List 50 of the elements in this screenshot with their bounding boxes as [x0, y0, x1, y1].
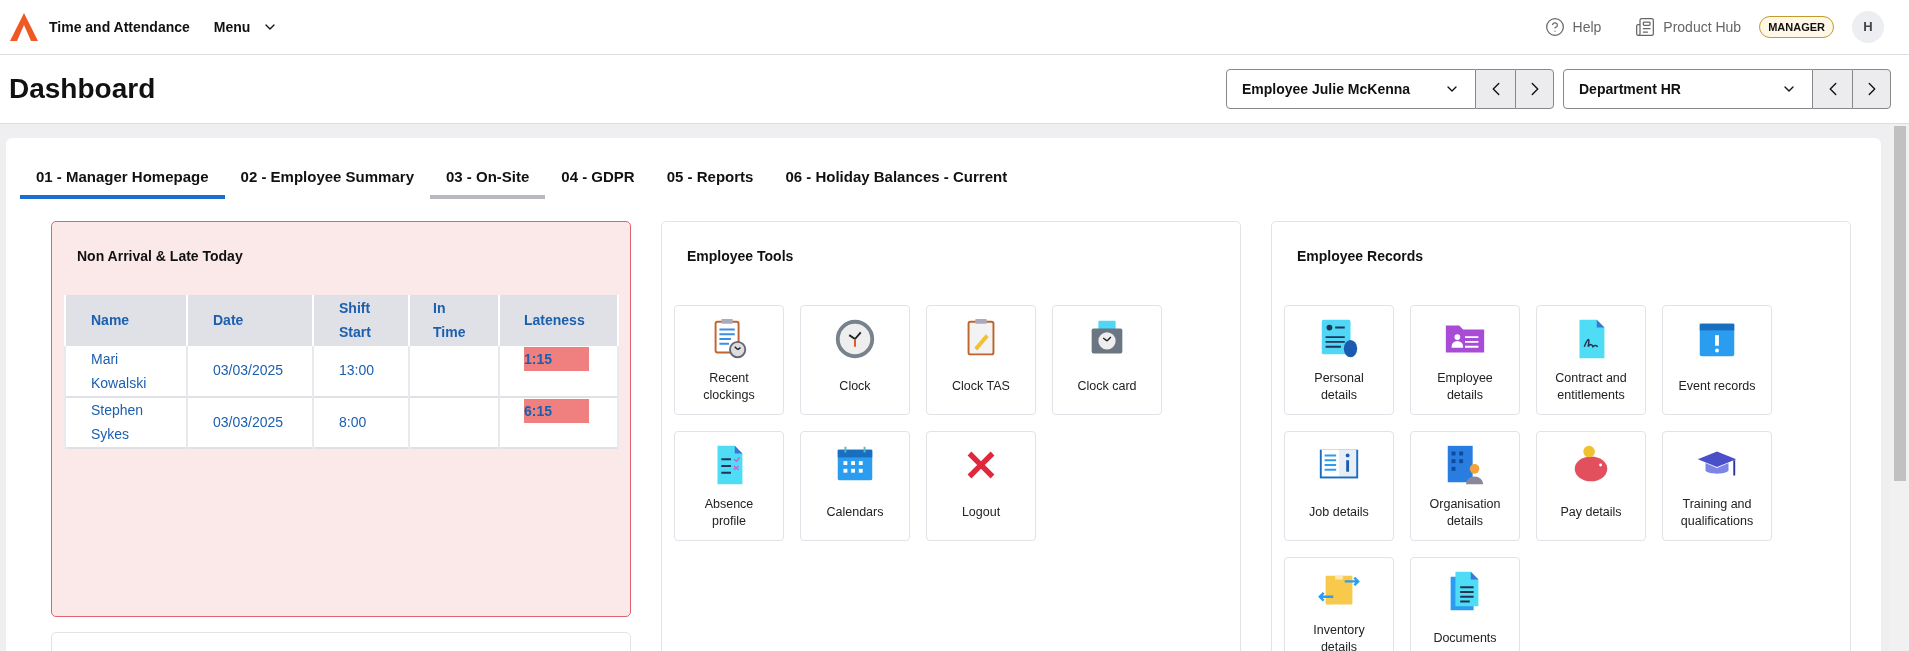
shortcut-tile[interactable]: Clock card: [1052, 304, 1162, 415]
shortcut-tile[interactable]: Clock TAS: [926, 304, 1036, 415]
dashboard-tab[interactable]: 04 - GDPR: [545, 166, 651, 199]
previous-employee-button[interactable]: [1476, 69, 1515, 109]
shortcut-tile[interactable]: Job details: [1284, 430, 1394, 541]
lateness-value: 6:15: [524, 398, 589, 423]
shortcut-tile[interactable]: Personal details: [1284, 304, 1394, 415]
employee-select[interactable]: Employee Julie McKenna: [1226, 69, 1476, 109]
card-title: Employee Tools: [687, 246, 795, 266]
shortcut-tile[interactable]: Organisation details: [1410, 430, 1520, 541]
card-title: Non Arrival & Late Today: [77, 246, 244, 266]
shortcut-tile[interactable]: Inventory details: [1284, 556, 1394, 651]
page-title: Dashboard: [9, 72, 156, 106]
dashboard-tab[interactable]: 06 - Holiday Balances - Current: [769, 166, 1024, 199]
shortcut-tile[interactable]: Recent clockings: [674, 304, 784, 415]
dashboard-tab[interactable]: 05 - Reports: [650, 166, 770, 199]
shortcut-tile[interactable]: Calendars: [800, 430, 910, 541]
shortcut-tile[interactable]: Contract and entitlements: [1536, 304, 1646, 415]
dashboard-tab[interactable]: 02 - Employee Summary: [224, 166, 430, 199]
next-employee-button[interactable]: [1515, 69, 1554, 109]
department-select[interactable]: Department HR: [1563, 69, 1813, 109]
logo-icon: [9, 12, 39, 42]
shortcut-tile[interactable]: Absence profile: [674, 430, 784, 541]
help-icon: [1544, 17, 1565, 37]
card-title: Employee Records: [1297, 246, 1425, 266]
shortcut-tile[interactable]: Logout: [926, 430, 1036, 541]
shift-start-cell: 13:00: [313, 345, 409, 397]
product-hub-link[interactable]: Product Hub: [1635, 16, 1742, 38]
shortcut-tile[interactable]: Documents: [1410, 556, 1520, 651]
shortcut-tile[interactable]: Pay details: [1536, 430, 1646, 541]
name-cell: Mari Kowalski: [65, 345, 187, 397]
shortcut-tile[interactable]: Employee details: [1410, 304, 1520, 415]
menu-button[interactable]: Menu: [213, 16, 279, 38]
lateness-value: 1:15: [524, 346, 589, 371]
help-link[interactable]: Help: [1544, 16, 1602, 38]
shortcut-tile[interactable]: Clock: [800, 304, 910, 415]
name-cell: Stephen Sykes: [65, 396, 187, 448]
dashboard-tab[interactable]: 01 - Manager Homepage: [20, 166, 225, 199]
app-title: Time and Attendance: [49, 17, 190, 37]
user-avatar[interactable]: H: [1852, 11, 1884, 43]
newspaper-icon: [1635, 17, 1656, 37]
next-department-button[interactable]: [1852, 69, 1891, 109]
date-cell: 03/03/2025: [187, 396, 313, 448]
dashboard-tab[interactable]: 03 - On-Site: [430, 166, 546, 199]
shortcut-tile[interactable]: Event records: [1662, 304, 1772, 415]
date-cell: 03/03/2025: [187, 345, 313, 397]
role-badge: MANAGER: [1759, 15, 1834, 39]
shift-start-cell: 8:00: [313, 396, 409, 448]
previous-department-button[interactable]: [1813, 69, 1852, 109]
shortcut-tile[interactable]: Training and qualifications: [1662, 430, 1772, 541]
